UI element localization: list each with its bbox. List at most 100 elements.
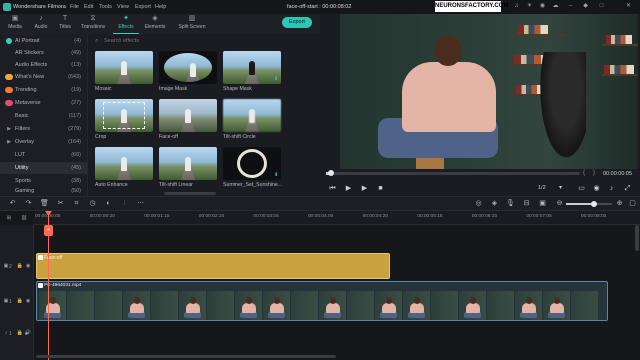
- menu-view[interactable]: View: [117, 0, 129, 14]
- lightbulb-icon[interactable]: ☀: [525, 2, 534, 11]
- audio-mixer-icon[interactable]: ⫶: [120, 199, 129, 208]
- face-off-effect-clip[interactable]: [36, 253, 390, 279]
- tab-audio[interactable]: ♪ Audio: [28, 14, 54, 34]
- search-effects-input[interactable]: [104, 36, 324, 46]
- track-1-visibility-icon[interactable]: ◉: [24, 297, 32, 305]
- menu-tools[interactable]: Tools: [99, 0, 112, 14]
- sidebar-item-basic[interactable]: Basic (117): [0, 110, 87, 122]
- effect-card-mosaic[interactable]: Mosaic: [95, 51, 153, 94]
- minimize-icon[interactable]: –: [566, 2, 575, 11]
- delete-icon[interactable]: 🗑: [40, 199, 49, 208]
- menu-help[interactable]: Help: [155, 0, 166, 14]
- step-back-icon[interactable]: ⏮: [328, 184, 337, 193]
- effects-scrollbar[interactable]: [164, 192, 216, 195]
- clip-frame: [347, 291, 374, 320]
- zoom-slider-handle[interactable]: [590, 201, 597, 207]
- sidebar-item-metaverse[interactable]: Metaverse (27): [0, 97, 87, 109]
- sidebar-item-lut[interactable]: LUT (66): [0, 149, 87, 161]
- split-audio-icon[interactable]: ⊟: [522, 199, 531, 208]
- tab-media[interactable]: ▣ Media: [2, 14, 28, 34]
- effect-card-crop[interactable]: Crop: [95, 99, 153, 142]
- clip-frame: [459, 291, 486, 320]
- playhead-marker-icon[interactable]: ⌖: [44, 225, 53, 236]
- clip-frame: [39, 291, 66, 320]
- clip-frame: [235, 291, 262, 320]
- voiceover-icon[interactable]: 🎙: [506, 199, 515, 208]
- zoom-out-icon[interactable]: ⊖: [555, 199, 564, 208]
- effect-card-summer-set-sunshine[interactable]: ⬇ Summer_Set_Sunshine...: [223, 147, 282, 190]
- timeline-horizontal-scrollbar[interactable]: [36, 355, 336, 358]
- headphones-icon[interactable]: ♫: [512, 2, 521, 11]
- menu-export[interactable]: Export: [135, 0, 151, 14]
- effect-card-image-mask[interactable]: Image Mask: [159, 51, 217, 94]
- sidebar-item-audio-effects[interactable]: Audio Effects (13): [0, 59, 87, 71]
- cloud-icon[interactable]: ☁: [551, 2, 560, 11]
- snapshot-tl-icon[interactable]: ▣: [538, 199, 547, 208]
- effect-card-tilt-shift-linear[interactable]: Tilt-shift Linear: [159, 147, 217, 190]
- dropdown-icon[interactable]: ▾: [556, 184, 565, 193]
- effect-card-auto-enhance[interactable]: Auto Enhance: [95, 147, 153, 190]
- close-icon[interactable]: ✕: [624, 2, 633, 11]
- crop-icon[interactable]: ⌗: [72, 199, 81, 208]
- ruler-tick-label: 00:00:05:15: [417, 214, 443, 219]
- tab-effects[interactable]: ✦ Effects: [113, 14, 139, 34]
- playback-scrubber[interactable]: [326, 172, 580, 175]
- mark-in-icon[interactable]: {: [583, 170, 585, 176]
- tab-transitions[interactable]: ⧖ Transitions: [80, 14, 106, 34]
- add-track-icon[interactable]: ⊞: [5, 214, 13, 222]
- effect-card-face-off[interactable]: Face-off: [159, 99, 217, 142]
- color-icon[interactable]: ◐: [104, 199, 113, 208]
- sidebar-item-ai-portrait[interactable]: AI Portrait (4): [0, 35, 87, 47]
- link-icon[interactable]: ⛓: [20, 214, 28, 222]
- zoom-in-icon[interactable]: ⊕: [615, 199, 624, 208]
- effect-card-tilt-shift-circle[interactable]: Tilt-shift Circle: [223, 99, 281, 142]
- marker-icon[interactable]: ◈: [490, 199, 499, 208]
- undo-icon[interactable]: ↶: [8, 199, 17, 208]
- sidebar-item-gaming[interactable]: Gaming (50): [0, 186, 87, 196]
- tab-elements[interactable]: ◈ Elements: [142, 14, 168, 34]
- video-clip[interactable]: [36, 281, 608, 321]
- sidebar-item-ar-stickers[interactable]: AR Stickers (49): [0, 47, 87, 59]
- more-tools-icon[interactable]: ⋯: [136, 199, 145, 208]
- account-icon[interactable]: ◉: [538, 2, 547, 11]
- video-clip-icon: [38, 283, 43, 288]
- sidebar-item-overlay[interactable]: ▶ Overlay (164): [0, 136, 87, 148]
- track-2-lock-icon[interactable]: 🔒: [16, 262, 24, 270]
- effect-thumbnail: ⬇: [223, 147, 281, 180]
- menu-file[interactable]: File: [70, 0, 79, 14]
- play-frame-icon[interactable]: ▶: [344, 184, 353, 193]
- play-icon[interactable]: ▶: [360, 184, 369, 193]
- metaverse-badge-icon: [5, 100, 13, 106]
- audio-track-lock-icon[interactable]: 🔒: [16, 329, 24, 337]
- maximize-icon[interactable]: □: [597, 2, 606, 11]
- render-icon[interactable]: ◎: [474, 199, 483, 208]
- snapshot-icon[interactable]: ◉: [592, 184, 601, 193]
- redo-icon[interactable]: ↷: [24, 199, 33, 208]
- ruler-tick-label: 00:00:01:15: [144, 214, 170, 219]
- mark-out-icon[interactable]: }: [593, 170, 595, 176]
- volume-icon[interactable]: ♪: [607, 184, 616, 193]
- speed-icon[interactable]: ◷: [88, 199, 97, 208]
- timeline-settings-icon[interactable]: ▢: [628, 199, 637, 208]
- effect-card-shape-mask[interactable]: ⬇ Shape Mask: [223, 51, 281, 94]
- chevron-right-icon: ▶: [7, 139, 11, 145]
- notification-icon[interactable]: ◆: [581, 2, 590, 11]
- track-1-lock-icon[interactable]: 🔒: [16, 297, 24, 305]
- track-2-visibility-icon[interactable]: ◉: [24, 262, 32, 270]
- export-button[interactable]: Export: [282, 17, 312, 28]
- sidebar-item-whats-new[interactable]: What's New (643): [0, 71, 87, 83]
- stop-icon[interactable]: ■: [376, 184, 385, 193]
- timeline-vertical-scrollbar[interactable]: [635, 225, 639, 251]
- audio-track-mute-icon[interactable]: 🔊: [24, 329, 32, 337]
- sidebar-item-utility[interactable]: Utility (45): [0, 162, 87, 174]
- sidebar-item-filters[interactable]: ▶ Filters (279): [0, 123, 87, 135]
- cut-icon[interactable]: ✂: [56, 199, 65, 208]
- tab-titles[interactable]: T Titles: [52, 14, 78, 34]
- sidebar-item-trending[interactable]: Trending (19): [0, 84, 87, 96]
- clip-frame: [431, 291, 458, 320]
- ruler-tick-label: 00:00:08:00: [581, 214, 607, 219]
- fullscreen-icon[interactable]: ⤢: [623, 184, 632, 193]
- tab-split-screen[interactable]: ▥ Split Screen: [177, 14, 207, 34]
- monitor-icon[interactable]: ▭: [577, 184, 586, 193]
- menu-edit[interactable]: Edit: [84, 0, 93, 14]
